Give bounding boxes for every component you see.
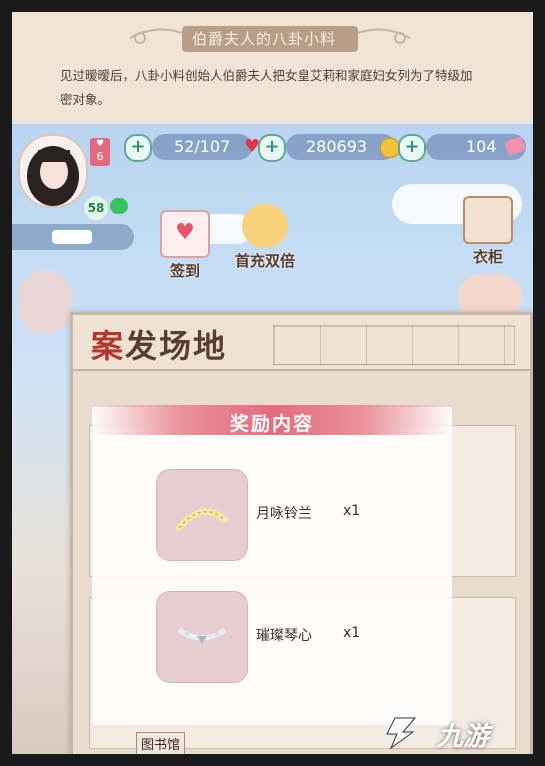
wechat-icon[interactable] (110, 198, 128, 214)
story-banner: 伯爵夫人的八卦小料 见过暧暧后，八卦小料创始人伯爵夫人把女皇艾莉和家庭妇女列为了… (12, 12, 533, 124)
gold-value: 280693 (306, 137, 368, 156)
reward-item: 月咏铃兰 x1 (156, 469, 416, 561)
sign-in-label: 签到 (169, 262, 200, 280)
game-frame: 伯爵夫人的八卦小料 见过暧暧后，八卦小料创始人伯爵夫人把女皇艾莉和家庭妇女列为了… (12, 12, 533, 754)
heart-glyph: ♥ (175, 220, 195, 245)
heart-necklace-icon (156, 591, 248, 683)
reward-item-name: 月咏铃兰 (256, 506, 312, 522)
reward-title: 奖励内容 (229, 413, 314, 435)
story-text: 见过暧暧后，八卦小料创始人伯爵夫人把女皇艾莉和家庭妇女列为了特级加密对象。 (60, 68, 473, 107)
add-diamond-button[interactable]: + (398, 134, 426, 162)
flower-necklace-icon (156, 469, 248, 561)
costume-icon[interactable] (18, 270, 72, 334)
story-title: 伯爵夫人的八卦小料 (192, 30, 337, 48)
resource-bar: + 52/107 ♥ + 280693 + 104 (112, 132, 532, 162)
header-grid-decoration (273, 325, 515, 365)
piggy-bank-icon (242, 204, 288, 248)
necklace-svg (177, 627, 227, 644)
first-recharge-button[interactable]: 首充双倍 (220, 204, 310, 271)
gold-display: 280693 (286, 134, 400, 160)
player-name-blurred (52, 230, 92, 244)
coin-icon (380, 138, 400, 158)
add-stamina-button[interactable]: + (124, 134, 152, 162)
level-heart-icon: ♥ (95, 139, 105, 149)
watermark-logo-icon (386, 717, 417, 750)
stamina-value: 52/107 (174, 137, 231, 156)
first-recharge-label: 首充双倍 (234, 252, 295, 270)
reward-item-name: 璀璨琴心 (256, 628, 312, 644)
wardrobe-label: 衣柜 (472, 248, 503, 266)
diamond-icon (504, 136, 526, 156)
sign-in-button[interactable]: ♥ 签到 (150, 210, 220, 281)
vip-badge: 58 (84, 196, 108, 220)
watermark-text: 九游 (437, 722, 490, 752)
wardrobe-button[interactable]: 衣柜 (456, 196, 520, 267)
wardrobe-icon (463, 196, 513, 244)
necklace-svg (176, 508, 228, 531)
case-header: 案发场地 (73, 315, 530, 371)
diamond-value: 104 (466, 137, 497, 156)
level-badge: ♥ 6 (90, 138, 110, 166)
calendar-heart-icon: ♥ (160, 210, 210, 258)
add-gold-button[interactable]: + (258, 134, 286, 162)
reward-item: 璀璨琴心 x1 (156, 591, 416, 683)
case-title: 案发场地 (91, 321, 227, 367)
reward-modal[interactable]: 奖励内容 月咏铃兰 x1 璀璨琴心 x1 (92, 405, 452, 725)
reward-item-qty: x1 (343, 503, 361, 519)
diamond-display: 104 (426, 134, 526, 160)
reward-item-qty: x1 (343, 625, 361, 641)
level-value: 6 (96, 150, 104, 163)
story-title-ornament: 伯爵夫人的八卦小料 (120, 20, 420, 56)
avatar-portrait (27, 146, 79, 206)
case-title-first-char: 案 (91, 327, 126, 365)
site-watermark: 九游 (377, 712, 527, 752)
case-title-rest: 发场地 (125, 327, 228, 365)
player-avatar[interactable] (18, 134, 88, 208)
stamina-display: 52/107 ♥ (152, 134, 260, 160)
location-tag: 图书馆 (136, 732, 186, 754)
player-name-bar (12, 224, 134, 250)
